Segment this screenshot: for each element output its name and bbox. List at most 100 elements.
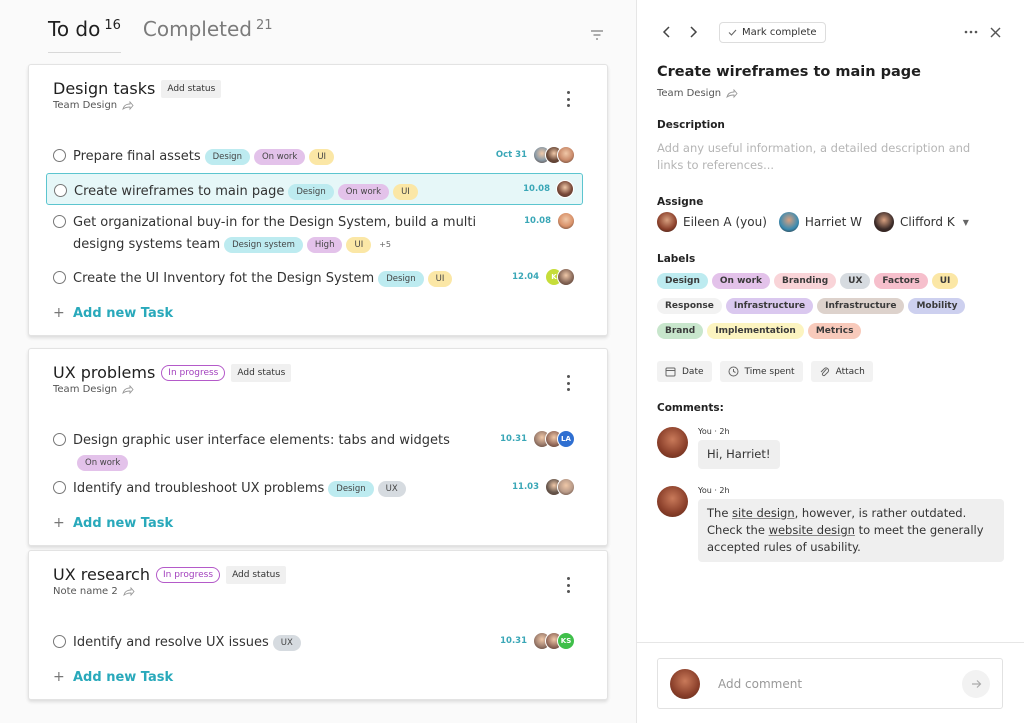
more-tags-count[interactable]: +5	[379, 240, 391, 249]
task-row[interactable]: Prepare final assets Design On work UI Oct 3…	[29, 139, 607, 173]
task-row[interactable]: Design graphic user interface elements: …	[29, 423, 607, 471]
label-tag[interactable]: Infrastructure	[725, 298, 814, 314]
tab-bar: To do 16 Completed 21	[48, 14, 295, 53]
comment-input[interactable]	[718, 676, 962, 691]
tab-count: 16	[104, 18, 121, 33]
complete-task-checkbox[interactable]	[53, 481, 66, 494]
complete-task-checkbox[interactable]	[54, 184, 67, 197]
label-tag[interactable]: Brand	[657, 323, 704, 339]
group-project-name: Note name 2	[53, 586, 118, 597]
label-tag[interactable]: Response	[657, 298, 722, 314]
description-field[interactable]: Add any useful information, a detailed d…	[657, 140, 997, 174]
label-tag[interactable]: On work	[711, 273, 770, 289]
group-subtitle: Team Design	[53, 384, 583, 395]
group-subtitle: Team Design	[53, 100, 583, 111]
chevron-left-icon	[662, 26, 670, 38]
complete-task-checkbox[interactable]	[53, 215, 66, 228]
action-time-spent-button[interactable]: Time spent	[719, 361, 803, 382]
assignee-chip[interactable]: Clifford K	[874, 212, 955, 232]
comment-text: Hi, Harriet!	[698, 440, 780, 469]
share-icon[interactable]	[122, 100, 134, 111]
task-row[interactable]: Get organizational buy-in for the Design…	[29, 205, 607, 261]
complete-task-checkbox[interactable]	[53, 433, 66, 446]
task-tag: High	[306, 237, 343, 253]
label-tag[interactable]: UX	[840, 273, 871, 289]
add-status-button[interactable]: Add status	[226, 565, 287, 584]
more-options-button[interactable]	[962, 23, 980, 41]
label-tag[interactable]: UI	[931, 273, 959, 289]
avatar	[557, 146, 575, 164]
complete-task-checkbox[interactable]	[53, 635, 66, 648]
add-status-button[interactable]: Add status	[231, 363, 292, 382]
tab-todo[interactable]: To do 16	[48, 14, 121, 53]
next-task-button[interactable]	[683, 22, 703, 42]
label-tag[interactable]: Factors	[874, 273, 928, 289]
group-project-name: Team Design	[53, 100, 118, 111]
share-icon[interactable]	[123, 586, 135, 597]
assignee-chip[interactable]: Harriet W	[778, 212, 862, 232]
action-date-button[interactable]: Date	[657, 361, 712, 382]
action-label: Date	[682, 366, 704, 377]
task-tag: UX	[272, 635, 301, 651]
task-tag: UX	[377, 481, 406, 497]
share-icon[interactable]	[122, 384, 134, 395]
task-list: Design graphic user interface elements: …	[29, 409, 607, 505]
task-list: Identify and resolve UX issues UX 10.31 KS	[29, 611, 607, 659]
label-tag[interactable]: Implementation	[707, 323, 804, 339]
comment-link[interactable]: website design	[769, 523, 855, 537]
paperclip-icon	[820, 367, 829, 377]
status-badge[interactable]: In progress	[161, 364, 226, 381]
plus-icon: +	[53, 305, 65, 321]
share-icon[interactable]	[726, 88, 738, 99]
label-tag[interactable]: Infrastructure	[817, 298, 905, 314]
task-group-card: UX research In progress Add status Note nam…	[28, 550, 608, 700]
close-button[interactable]	[986, 23, 1004, 41]
task-row[interactable]: Create the UI Inventory fot the Design S…	[29, 261, 607, 295]
task-row[interactable]: Create wireframes to main page Design On w…	[46, 173, 583, 205]
caret-down-icon[interactable]: ▼	[963, 218, 969, 227]
filter-icon[interactable]	[590, 26, 606, 40]
avatar	[557, 268, 575, 286]
action-buttons: Date Time spent Attach	[657, 361, 881, 382]
label-tag[interactable]: Metrics	[807, 323, 862, 339]
group-menu-button[interactable]	[565, 91, 571, 107]
task-row[interactable]: Identify and troubleshoot UX problems Des…	[29, 471, 607, 505]
plus-icon: +	[53, 669, 65, 685]
ellipsis-icon	[964, 30, 978, 34]
tab-completed[interactable]: Completed 21	[143, 14, 273, 52]
tab-label: Completed	[142, 17, 252, 41]
check-icon	[728, 29, 737, 36]
task-title: Create wireframes to main page	[657, 64, 921, 80]
task-project: Team Design	[657, 88, 738, 99]
status-badge[interactable]: In progress	[155, 566, 221, 583]
group-menu-button[interactable]	[565, 577, 571, 593]
task-row[interactable]: Identify and resolve UX issues UX 10.31 KS	[29, 625, 607, 659]
comment-text-part: Hi, Harriet!	[707, 447, 771, 461]
group-menu-button[interactable]	[565, 375, 571, 391]
project-name: Team Design	[657, 88, 722, 99]
group-title: Design tasks	[53, 79, 156, 98]
task-meta: 10.08	[523, 179, 574, 199]
group-header: UX problems In progress Add status Team Des…	[29, 349, 607, 409]
avatar	[557, 478, 575, 496]
previous-task-button[interactable]	[657, 22, 677, 42]
comment-body: You · 2h Hi, Harriet!	[698, 427, 780, 469]
comment-link[interactable]: site design	[732, 506, 795, 520]
assignee-avatars	[545, 478, 575, 496]
add-new-task-button[interactable]: + Add new Task	[29, 661, 607, 693]
add-task-label: Add new Task	[73, 669, 174, 685]
task-body: Create wireframes to main page Design On w…	[74, 174, 575, 202]
action-attach-button[interactable]: Attach	[810, 361, 873, 382]
task-tag: Design	[378, 271, 424, 287]
add-new-task-button[interactable]: + Add new Task	[29, 507, 607, 539]
send-comment-button[interactable]	[962, 669, 990, 698]
label-tag[interactable]: Branding	[774, 273, 837, 289]
mark-complete-button[interactable]: Mark complete	[719, 21, 826, 43]
label-tag[interactable]: Mobility	[908, 298, 966, 314]
assignee-chip[interactable]: Eileen A (you)	[657, 212, 767, 232]
complete-task-checkbox[interactable]	[53, 149, 66, 162]
complete-task-checkbox[interactable]	[53, 271, 66, 284]
label-tag[interactable]: Design	[657, 273, 708, 289]
add-status-button[interactable]: Add status	[161, 79, 222, 98]
add-new-task-button[interactable]: + Add new Task	[29, 297, 607, 329]
